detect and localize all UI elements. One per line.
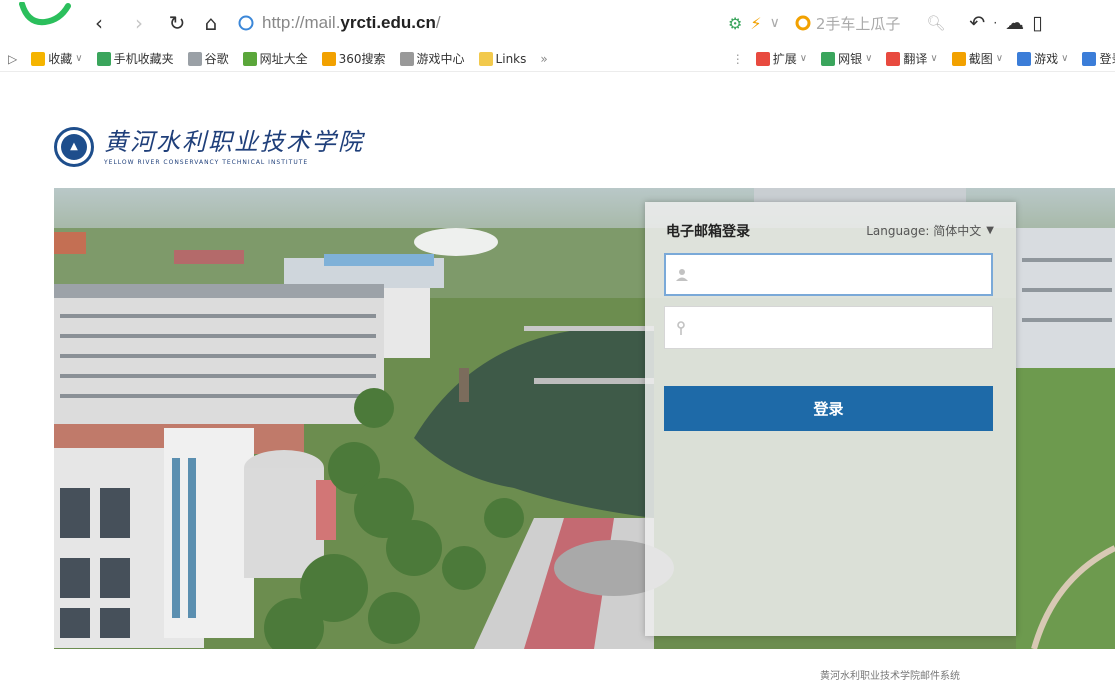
bookmarks-left: 收藏 ∨ 手机收藏夹 谷歌 网址大全 360搜索 游戏中心 Links: [31, 50, 540, 67]
url-domain: yrcti.edu.cn: [340, 13, 436, 32]
right-bookmark-1[interactable]: 网银 ∨: [821, 50, 872, 67]
bookmark-4[interactable]: 360搜索: [321, 50, 386, 67]
language-value: 简体中文: [933, 224, 982, 238]
chevron-down-icon: ∨: [995, 53, 1004, 64]
chevron-down-icon: ∨: [75, 53, 83, 64]
bookmark-label: 收藏: [48, 52, 73, 66]
browser-toolbar: ‹ › ↻ ⌂ http://mail.yrcti.edu.cn/ ⚙ ⚡ ∨ …: [0, 0, 1115, 46]
bookmark-label: 网银: [838, 52, 863, 66]
password-field[interactable]: [664, 306, 993, 349]
chevron-down-icon: ∨: [930, 53, 938, 64]
bookmark-5[interactable]: 游戏中心: [399, 50, 465, 67]
game-icon: [399, 51, 414, 66]
gamepad-icon: [1017, 51, 1032, 66]
bookmark-3[interactable]: 网址大全: [242, 50, 308, 67]
undo-icon[interactable]: ↶: [969, 12, 985, 34]
browser-logo-icon: [19, 2, 71, 26]
translate-icon: [886, 51, 901, 66]
bookmark-label: 谷歌: [204, 52, 229, 66]
globe-icon: [242, 51, 257, 66]
sidebar-toggle-icon[interactable]: ▷: [8, 52, 17, 66]
username-field[interactable]: [664, 253, 993, 296]
chevron-down-icon: ∨: [799, 53, 808, 64]
phone-icon: [96, 51, 111, 66]
forward-button[interactable]: ›: [126, 10, 152, 36]
login-button[interactable]: 登录: [664, 386, 993, 431]
site-globe-icon: [238, 15, 254, 31]
right-bookmark-0[interactable]: 扩展 ∨: [755, 50, 808, 67]
bookmark-0[interactable]: 收藏 ∨: [31, 50, 83, 67]
bookmarks-right: 扩展∨网银∨翻译∨截图∨游戏∨登录∨: [755, 50, 1115, 67]
right-bookmark-5[interactable]: 登录∨: [1082, 50, 1115, 67]
search-hot-text: 2手车上瓜子: [815, 14, 901, 33]
user-icon: [676, 268, 688, 282]
chevron-down-icon: ∨: [1061, 53, 1069, 64]
reload-button[interactable]: ↻: [164, 10, 190, 36]
key-icon: [675, 320, 687, 335]
bookmark-label: 登录: [1099, 52, 1115, 66]
username-input[interactable]: [696, 255, 991, 294]
back-button[interactable]: ‹: [86, 10, 112, 36]
school-seal-icon: ▲: [54, 127, 94, 167]
cloud-icon[interactable]: ☁︎: [1005, 12, 1024, 34]
bookmark-label: 手机收藏夹: [113, 52, 174, 66]
extension-icon: [755, 51, 770, 66]
url-text[interactable]: http://mail.yrcti.edu.cn/: [262, 13, 441, 33]
bookmark-label: 游戏: [1034, 52, 1059, 66]
dropdown-chevron-icon[interactable]: ∨: [770, 15, 780, 31]
address-bar[interactable]: http://mail.yrcti.edu.cn/: [238, 10, 441, 36]
language-label: Language:: [866, 223, 930, 238]
school-logo: ▲ 黄河水利职业技术学院 YELLOW RIVER CONSERVANCY TE…: [54, 127, 364, 167]
bookmarks-more-button[interactable]: »: [540, 52, 547, 66]
bookmarks-divider-icon: ⋮: [731, 51, 744, 66]
login-panel: 电子邮箱登录 Language: 简体中文 ▼ 登录: [645, 202, 1016, 636]
bookmarks-bar: ▷ 收藏 ∨ 手机收藏夹 谷歌 网址大全 360搜索 游戏中心 Links » ⋮ 扩展 ∨ 网银…: [0, 46, 1115, 72]
bookmark-label: 扩展: [772, 52, 797, 66]
chevron-down-icon: ▼: [986, 225, 994, 236]
bookmark-1[interactable]: 手机收藏夹: [96, 50, 174, 67]
screenshot-icon: [951, 51, 966, 66]
ad-block-icon[interactable]: ⚙: [728, 14, 742, 33]
bookmark-label: 截图: [968, 52, 993, 66]
url-suffix: /: [435, 13, 441, 32]
window-icon[interactable]: ▯: [1032, 12, 1042, 34]
bookmark-label: 360搜索: [338, 52, 386, 66]
bookmark-label: 网址大全: [259, 52, 308, 66]
lightning-icon[interactable]: ⚡: [750, 14, 761, 33]
right-bookmark-2[interactable]: 翻译 ∨: [886, 50, 938, 67]
home-button[interactable]: ⌂: [198, 10, 224, 36]
star-icon: [31, 51, 46, 66]
bookmark-2[interactable]: 谷歌: [187, 50, 229, 67]
login-title: 电子邮箱登录: [666, 224, 750, 240]
search360-icon: [321, 51, 336, 66]
folder-icon: [478, 51, 493, 66]
search360-icon: [795, 15, 811, 31]
school-name-cn: 黄河水利职业技术学院: [104, 128, 364, 156]
bookmark-label: 翻译: [903, 52, 928, 66]
right-bookmark-4[interactable]: 游戏 ∨: [1017, 50, 1068, 67]
footer-text: 黄河水利职业技术学院邮件系统: [820, 671, 960, 682]
toolbar-right: ⚙ ⚡ ∨ 2手车上瓜子 🔍︎ ↶ · ☁︎ ▯: [728, 10, 1043, 36]
bank-icon: [821, 51, 836, 66]
chevron-down-icon: ∨: [865, 53, 873, 64]
search-icon[interactable]: 🔍︎: [926, 14, 945, 32]
password-input[interactable]: [695, 307, 992, 348]
url-prefix: http://mail.: [262, 13, 341, 32]
right-bookmark-3[interactable]: 截图 ∨: [951, 50, 1004, 67]
page-icon: [187, 51, 202, 66]
login-icon: [1082, 51, 1097, 66]
bookmark-label: Links: [495, 51, 527, 66]
bookmark-label: 游戏中心: [416, 52, 465, 66]
bookmark-6[interactable]: Links: [478, 51, 527, 66]
school-name-en: YELLOW RIVER CONSERVANCY TECHNICAL INSTI…: [104, 159, 309, 166]
search-box[interactable]: 2手车上瓜子 🔍︎: [794, 13, 945, 34]
language-selector[interactable]: Language: 简体中文 ▼: [866, 222, 994, 239]
undo-menu-icon[interactable]: ·: [993, 16, 997, 30]
